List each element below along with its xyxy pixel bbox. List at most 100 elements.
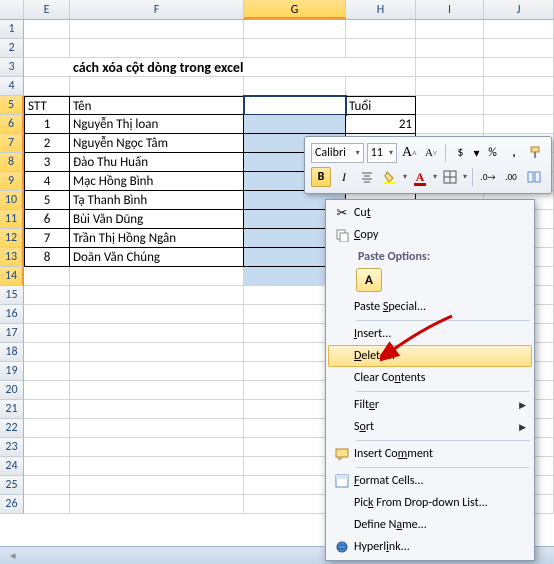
cell[interactable] — [70, 324, 244, 343]
cell[interactable]: Mạc Hồng Bình — [70, 172, 244, 191]
cell[interactable]: Nguyễn Ngọc Tâm — [70, 134, 244, 153]
cell[interactable] — [244, 58, 346, 77]
cell[interactable] — [24, 343, 70, 362]
fill-color-icon[interactable] — [380, 167, 400, 187]
col-header-H[interactable]: H — [346, 0, 416, 19]
row-header[interactable]: 6 — [0, 115, 24, 134]
borders-icon[interactable] — [440, 167, 460, 187]
decrease-decimal-icon[interactable]: .00 — [501, 167, 521, 187]
cell[interactable] — [416, 58, 484, 77]
cell[interactable]: Trần Thị Hồng Ngân — [70, 229, 244, 248]
menu-pick-from-list[interactable]: Pick From Drop-down List... — [328, 492, 532, 514]
shrink-font-button[interactable]: A˅ — [422, 143, 441, 163]
menu-define-name[interactable]: Define Name... — [328, 514, 532, 536]
menu-format-cells[interactable]: Format Cells... — [328, 470, 532, 492]
cell[interactable] — [24, 20, 70, 39]
cell[interactable]: Nguyễn Thị loan — [70, 115, 244, 134]
row-header[interactable]: 10 — [0, 191, 24, 210]
cell[interactable] — [70, 495, 244, 514]
row-header[interactable]: 22 — [0, 419, 24, 438]
row-header[interactable]: 7 — [0, 134, 24, 153]
cell[interactable]: 1 — [24, 115, 70, 134]
cell[interactable] — [484, 77, 554, 96]
cell[interactable] — [416, 20, 484, 39]
cell[interactable] — [70, 457, 244, 476]
cell[interactable] — [24, 362, 70, 381]
comma-button[interactable]: , — [505, 143, 524, 163]
cell[interactable] — [70, 39, 244, 58]
cell[interactable] — [70, 381, 244, 400]
col-header-J[interactable]: J — [484, 0, 554, 19]
cell[interactable] — [244, 39, 346, 58]
cell[interactable]: 3 — [24, 153, 70, 172]
row-header[interactable]: 18 — [0, 343, 24, 362]
cell[interactable] — [24, 286, 70, 305]
row-header[interactable]: 1 — [0, 20, 24, 39]
cell[interactable] — [416, 39, 484, 58]
cell[interactable] — [244, 77, 346, 96]
cell[interactable] — [70, 343, 244, 362]
font-size-picker[interactable]: 11▾ — [367, 143, 397, 163]
row-header[interactable]: 19 — [0, 362, 24, 381]
menu-insert[interactable]: Insert... — [328, 323, 532, 345]
cell[interactable]: 4 — [24, 172, 70, 191]
cell[interactable] — [24, 305, 70, 324]
cell[interactable] — [24, 267, 70, 286]
grow-font-button[interactable]: A˄ — [400, 143, 419, 163]
menu-copy[interactable]: Copy — [328, 224, 532, 246]
cell[interactable] — [24, 39, 70, 58]
col-header-F[interactable]: F — [70, 0, 244, 19]
cell[interactable] — [484, 58, 554, 77]
cell[interactable] — [484, 20, 554, 39]
row-header[interactable]: 13 — [0, 248, 24, 267]
font-color-icon[interactable]: A — [410, 167, 430, 187]
cell[interactable] — [70, 305, 244, 324]
menu-insert-comment[interactable]: Insert Comment — [328, 443, 532, 465]
row-header[interactable]: 4 — [0, 77, 24, 96]
cell[interactable] — [70, 476, 244, 495]
cell[interactable]: 7 — [24, 229, 70, 248]
cell[interactable] — [24, 457, 70, 476]
increase-decimal-icon[interactable]: .0→ — [478, 167, 498, 187]
row-header[interactable]: 3 — [0, 58, 24, 77]
cell[interactable] — [346, 20, 416, 39]
row-header[interactable]: 15 — [0, 286, 24, 305]
cell[interactable] — [416, 115, 484, 134]
menu-delete[interactable]: Delete... — [328, 345, 532, 367]
font-picker[interactable]: Calibri▾ — [311, 143, 364, 163]
cell[interactable] — [24, 438, 70, 457]
cell[interactable]: 6 — [24, 210, 70, 229]
cell[interactable]: Doãn Văn Chúng — [70, 248, 244, 267]
cell[interactable]: STT — [24, 96, 70, 115]
percent-button[interactable]: % — [483, 143, 502, 163]
cell[interactable] — [346, 58, 416, 77]
cell[interactable] — [70, 77, 244, 96]
row-header[interactable]: 24 — [0, 457, 24, 476]
paste-values-button[interactable]: A — [356, 268, 382, 292]
cell[interactable]: Đào Thu Huấn — [70, 153, 244, 172]
cell[interactable] — [70, 400, 244, 419]
sheet-tab-indicator[interactable]: ◂ — [10, 549, 16, 562]
cell[interactable] — [70, 267, 244, 286]
row-header[interactable]: 5 — [0, 96, 24, 115]
cell[interactable] — [484, 115, 554, 134]
cell[interactable]: 8 — [24, 248, 70, 267]
cell[interactable]: cách xóa cột dòng trong excel — [70, 58, 244, 77]
row-header[interactable]: 16 — [0, 305, 24, 324]
menu-clear-contents[interactable]: Clear Contents — [328, 367, 532, 389]
align-center-icon[interactable] — [357, 167, 377, 187]
cell[interactable] — [244, 20, 346, 39]
cell[interactable] — [70, 419, 244, 438]
row-header[interactable]: 21 — [0, 400, 24, 419]
format-painter-icon[interactable] — [526, 143, 545, 163]
cell[interactable]: Tạ Thanh Bình — [70, 191, 244, 210]
menu-hyperlink[interactable]: Hyperlink... — [328, 536, 532, 558]
row-header[interactable]: 17 — [0, 324, 24, 343]
cell[interactable] — [416, 96, 484, 115]
cell[interactable] — [484, 96, 554, 115]
row-header[interactable]: 12 — [0, 229, 24, 248]
row-header[interactable]: 14 — [0, 267, 24, 286]
row-header[interactable]: 23 — [0, 438, 24, 457]
cell[interactable]: Tên — [70, 96, 244, 115]
cell[interactable] — [416, 77, 484, 96]
